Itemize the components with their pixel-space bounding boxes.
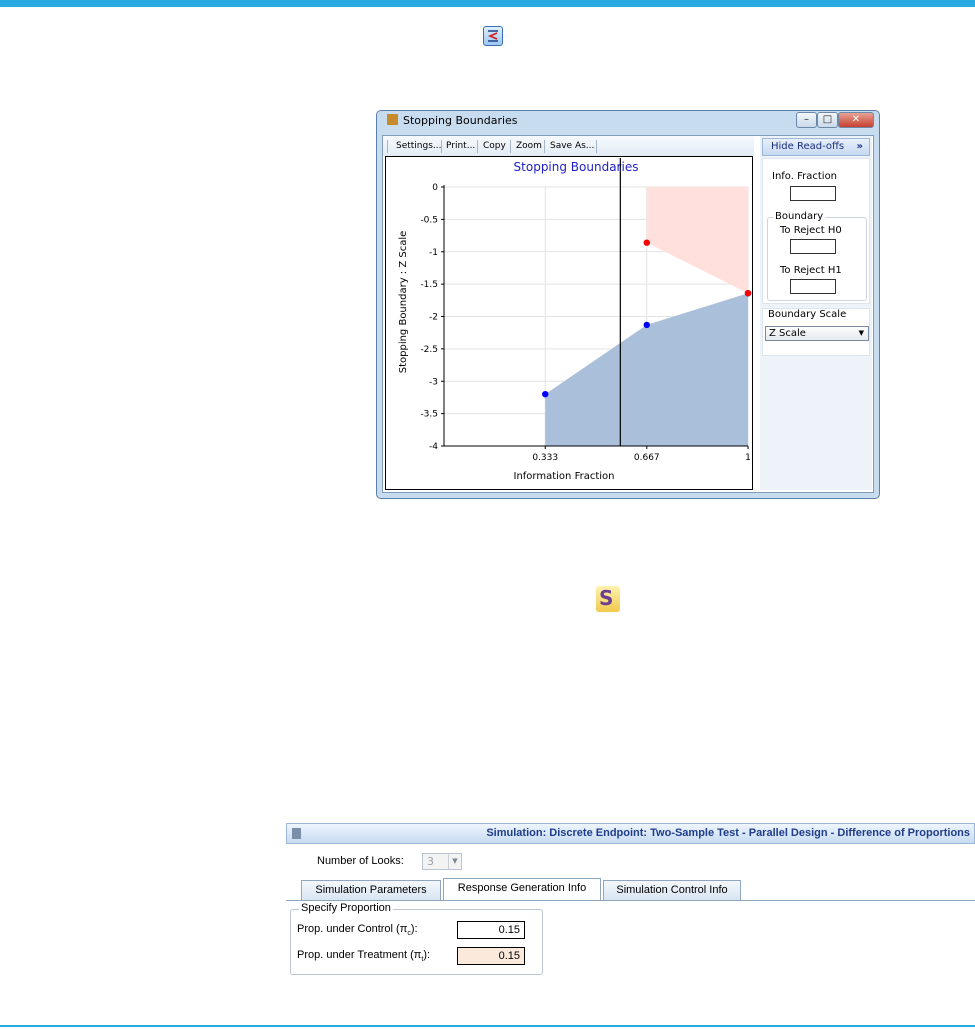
boundary-scale-label: Boundary Scale	[768, 309, 847, 320]
y-tick-label: -3	[429, 377, 438, 387]
treatment-proportion-label: Prop. under Treatment (πt):	[297, 949, 431, 964]
simulation-s-icon: S	[596, 586, 620, 612]
tab-simulation-control-info[interactable]: Simulation Control Info	[603, 880, 741, 900]
boundary-scale-panel: Boundary Scale Z Scale ▼	[762, 308, 870, 356]
info-fraction-field[interactable]	[790, 186, 836, 201]
x-tick-label: 1	[745, 453, 751, 463]
top-accent-bar	[0, 0, 975, 7]
number-of-looks-select[interactable]: 3 ▼	[422, 853, 462, 870]
control-proportion-field[interactable]: 0.15	[457, 921, 525, 939]
boundary-point	[542, 391, 549, 398]
toolbar-separator	[544, 140, 545, 153]
tab-response-generation-info[interactable]: Response Generation Info	[443, 878, 601, 900]
x-tick-label: 0.333	[532, 453, 558, 463]
window-title-text: Stopping Boundaries	[403, 114, 518, 127]
copy-button[interactable]: Copy	[483, 141, 506, 151]
specify-proportion-title: Specify Proportion	[299, 902, 393, 914]
stopping-boundaries-chart: Stopping Boundaries 0-0.5-1-1.5-2-2.5-3-…	[398, 158, 752, 482]
stopping-boundaries-window: Stopping Boundaries – □ ✕ Settings... Pr…	[376, 110, 880, 499]
y-tick-label: -0.5	[420, 215, 438, 225]
zoom-button[interactable]: Zoom	[516, 141, 542, 151]
dropdown-arrow-icon: ▼	[858, 329, 864, 337]
boundary-chart-glyph	[487, 30, 498, 42]
y-tick-label: -3.5	[420, 410, 438, 420]
maximize-button[interactable]: □	[817, 112, 838, 128]
hide-read-offs-button[interactable]: Hide Read-offs »	[762, 138, 870, 156]
upper-boundary-region	[646, 187, 748, 294]
boundary-chart-icon	[483, 26, 503, 46]
minimize-button[interactable]: –	[796, 112, 817, 128]
save-as-button[interactable]: Save As...	[550, 141, 594, 151]
bottom-accent-line	[0, 1025, 975, 1027]
toolbar-separator	[596, 140, 597, 153]
reject-h1-label: To Reject H1	[780, 265, 842, 276]
boundary-scale-value: Z Scale	[769, 328, 806, 339]
window-content: Settings... Print... Copy Zoom Save As..…	[382, 135, 874, 493]
y-tick-label: -1	[429, 248, 438, 258]
specify-proportion-group: Specify Proportion Prop. under Control (…	[290, 902, 543, 975]
dropdown-arrow-icon: ▼	[448, 854, 461, 869]
control-proportion-label: Prop. under Control (πc):	[297, 923, 418, 938]
y-tick-label: -2	[429, 313, 438, 323]
y-tick-label: -2.5	[420, 345, 438, 355]
treatment-proportion-field[interactable]: 0.15	[457, 947, 525, 965]
simulation-panel: Simulation: Discrete Endpoint: Two-Sampl…	[286, 823, 975, 1023]
y-axis-label: Stopping Boundary : Z Scale	[398, 231, 409, 374]
reject-h0-field[interactable]	[790, 239, 836, 254]
boundary-point	[744, 289, 752, 297]
tab-divider	[286, 900, 975, 901]
read-offs-panel: Info. Fraction Boundary To Reject H0 To …	[762, 158, 870, 304]
print-button[interactable]: Print...	[446, 141, 475, 151]
app-icon	[387, 114, 398, 125]
simulation-title: Simulation: Discrete Endpoint: Two-Sampl…	[486, 827, 970, 839]
hide-read-offs-label: Hide Read-offs	[771, 141, 845, 152]
read-offs-side-panel: Hide Read-offs » Info. Fraction Boundary…	[760, 136, 872, 490]
simulation-s-letter: S	[599, 586, 614, 610]
double-chevron-icon: »	[856, 141, 863, 152]
y-tick-label: -4	[429, 442, 438, 452]
reject-h1-field[interactable]	[790, 279, 836, 294]
chart-toolbar: Settings... Print... Copy Zoom Save As..…	[383, 136, 754, 156]
toolbar-separator	[441, 140, 442, 153]
x-axis-label: Information Fraction	[514, 471, 615, 482]
toolbar-separator	[387, 140, 388, 153]
number-of-looks-value: 3	[427, 855, 434, 868]
info-fraction-label: Info. Fraction	[772, 171, 838, 182]
x-tick-label: 0.667	[634, 453, 660, 463]
pin-icon[interactable]	[292, 828, 301, 839]
simulation-header: Simulation: Discrete Endpoint: Two-Sampl…	[286, 823, 975, 844]
tab-simulation-parameters[interactable]: Simulation Parameters	[301, 880, 441, 900]
reject-h0-label: To Reject H0	[780, 225, 842, 236]
number-of-looks-label: Number of Looks:	[317, 855, 404, 867]
boundary-scale-select[interactable]: Z Scale ▼	[765, 326, 869, 341]
boundary-group-title: Boundary	[773, 211, 826, 222]
close-button[interactable]: ✕	[838, 112, 874, 128]
window-title: Stopping Boundaries	[387, 114, 518, 132]
chart-area: Stopping Boundaries 0 -0.5 -1 -1.5 -2 -2.5 -3-…	[385, 156, 753, 490]
y-tick-label: -1.5	[420, 280, 438, 290]
settings-button[interactable]: Settings...	[396, 141, 442, 151]
toolbar-separator	[510, 140, 511, 153]
toolbar-separator	[477, 140, 478, 153]
boundary-point	[643, 321, 650, 329]
boundary-group: Boundary To Reject H0 To Reject H1	[767, 211, 867, 301]
boundary-point	[643, 239, 650, 246]
y-tick-label: 0	[432, 183, 438, 193]
